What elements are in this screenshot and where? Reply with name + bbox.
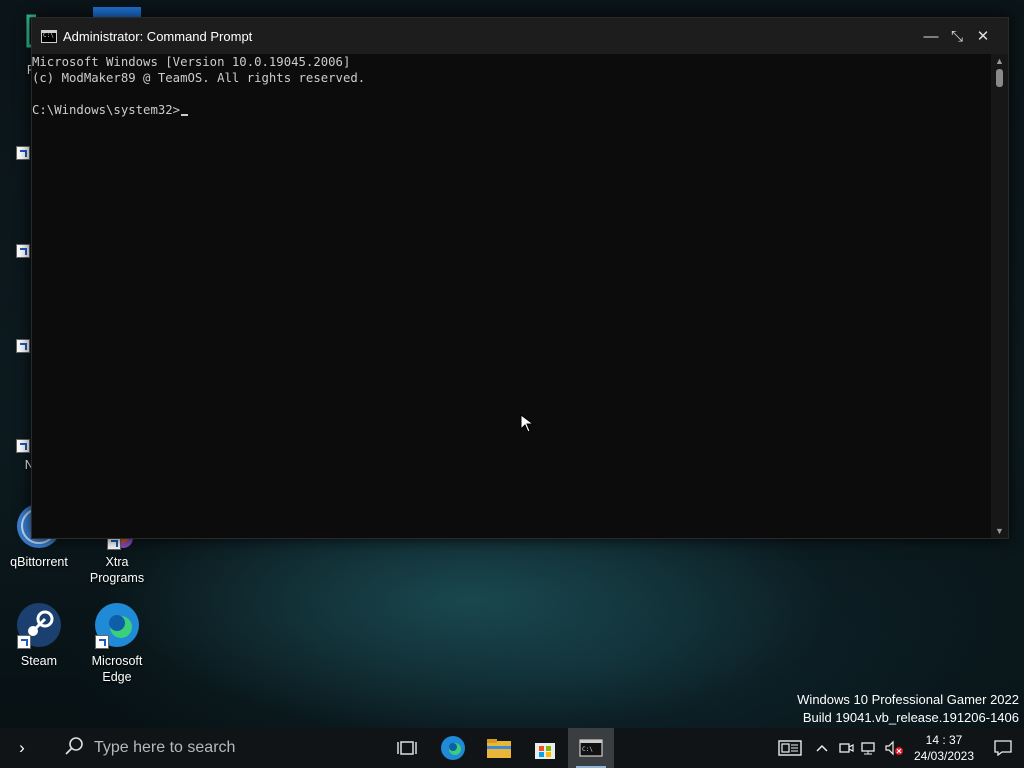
- desktop-icon-label: Microsoft Edge: [91, 654, 143, 684]
- console-output[interactable]: Microsoft Windows [Version 10.0.19045.20…: [32, 54, 990, 538]
- console-line: (c) ModMaker89 @ TeamOS. All rights rese…: [32, 71, 366, 85]
- clock-time: 14 : 37: [925, 733, 963, 747]
- shortcut-arrow-icon: [17, 635, 31, 649]
- activation-watermark: Windows 10 Professional Gamer 2022 Build…: [797, 691, 1019, 727]
- svg-text:C:\: C:\: [582, 746, 593, 753]
- clock-date: 24/03/2023: [913, 749, 975, 763]
- search-icon: [64, 736, 92, 761]
- window-titlebar[interactable]: Administrator: Command Prompt — ⤡ ✕: [32, 18, 1008, 54]
- window-title: Administrator: Command Prompt: [63, 28, 253, 44]
- meet-now-icon[interactable]: [834, 728, 858, 768]
- desktop-icon-steam[interactable]: Steam: [1, 601, 77, 669]
- taskbar-command-prompt[interactable]: C:\: [568, 728, 614, 768]
- shortcut-arrow-icon: [16, 244, 30, 258]
- start-button[interactable]: ›: [0, 728, 44, 768]
- mouse-cursor-icon: [520, 414, 535, 433]
- edge-icon: [93, 601, 141, 649]
- chevron-right-icon: ›: [19, 738, 25, 757]
- scroll-down-arrow-icon[interactable]: ▼: [991, 524, 1008, 538]
- console-line: Microsoft Windows [Version 10.0.19045.20…: [32, 55, 351, 69]
- vertical-scrollbar[interactable]: ▲ ▼: [991, 54, 1008, 538]
- text-caret: [181, 114, 189, 116]
- shortcut-arrow-icon: [16, 339, 30, 353]
- taskbar: › Type here to search C:\ 14: 37 24/03/…: [0, 728, 1024, 768]
- edge-icon: [441, 736, 465, 760]
- volume-muted-icon[interactable]: [882, 728, 906, 768]
- store-icon: [535, 743, 555, 759]
- console-prompt: C:\Windows\system32>: [32, 103, 181, 117]
- command-prompt-icon: [41, 29, 57, 43]
- shortcut-arrow-icon: [95, 635, 109, 649]
- desktop-icon-label: Xtra Programs: [89, 555, 145, 585]
- command-prompt-window[interactable]: Administrator: Command Prompt — ⤡ ✕ Micr…: [31, 17, 1009, 539]
- desktop-icon-label: Steam: [20, 654, 58, 668]
- taskbar-store[interactable]: [522, 728, 568, 768]
- desktop-icon-edge[interactable]: Microsoft Edge: [79, 601, 155, 685]
- console-prompt-line[interactable]: C:\Windows\system32>: [32, 102, 990, 118]
- file-explorer-icon: [487, 739, 511, 758]
- close-button[interactable]: ✕: [970, 18, 996, 54]
- taskbar-file-explorer[interactable]: [476, 728, 522, 768]
- notification-icon: [994, 740, 1012, 756]
- taskbar-clock[interactable]: 14 : 37 24/03/2023: [906, 732, 982, 764]
- desktop-icon-label: qBittorrent: [10, 555, 68, 569]
- command-prompt-icon: C:\: [579, 739, 603, 757]
- scrollbar-thumb[interactable]: [996, 69, 1003, 87]
- taskbar-edge[interactable]: [430, 728, 476, 768]
- news-widget-icon[interactable]: [770, 728, 810, 768]
- show-hidden-icons-chevron-up-icon[interactable]: [810, 728, 834, 768]
- task-view-icon: [397, 741, 417, 755]
- watermark-edition: Windows 10 Professional Gamer 2022: [797, 692, 1019, 707]
- steam-icon: [15, 601, 63, 649]
- watermark-build: Build 19041.vb_release.191206-1406: [802, 710, 1019, 725]
- action-center-button[interactable]: [982, 728, 1024, 768]
- system-tray: 14 : 37 24/03/2023: [770, 728, 1024, 768]
- minimize-button[interactable]: —: [918, 18, 944, 54]
- scroll-up-arrow-icon[interactable]: ▲: [991, 54, 1008, 68]
- shortcut-arrow-icon: [16, 146, 30, 160]
- shortcut-arrow-icon: [16, 439, 30, 453]
- task-view-button[interactable]: [384, 728, 430, 768]
- maximize-button[interactable]: ⤡: [944, 18, 970, 54]
- network-icon[interactable]: [858, 728, 882, 768]
- taskbar-search-box[interactable]: Type here to search: [44, 728, 334, 768]
- search-placeholder: Type here to search: [94, 739, 236, 756]
